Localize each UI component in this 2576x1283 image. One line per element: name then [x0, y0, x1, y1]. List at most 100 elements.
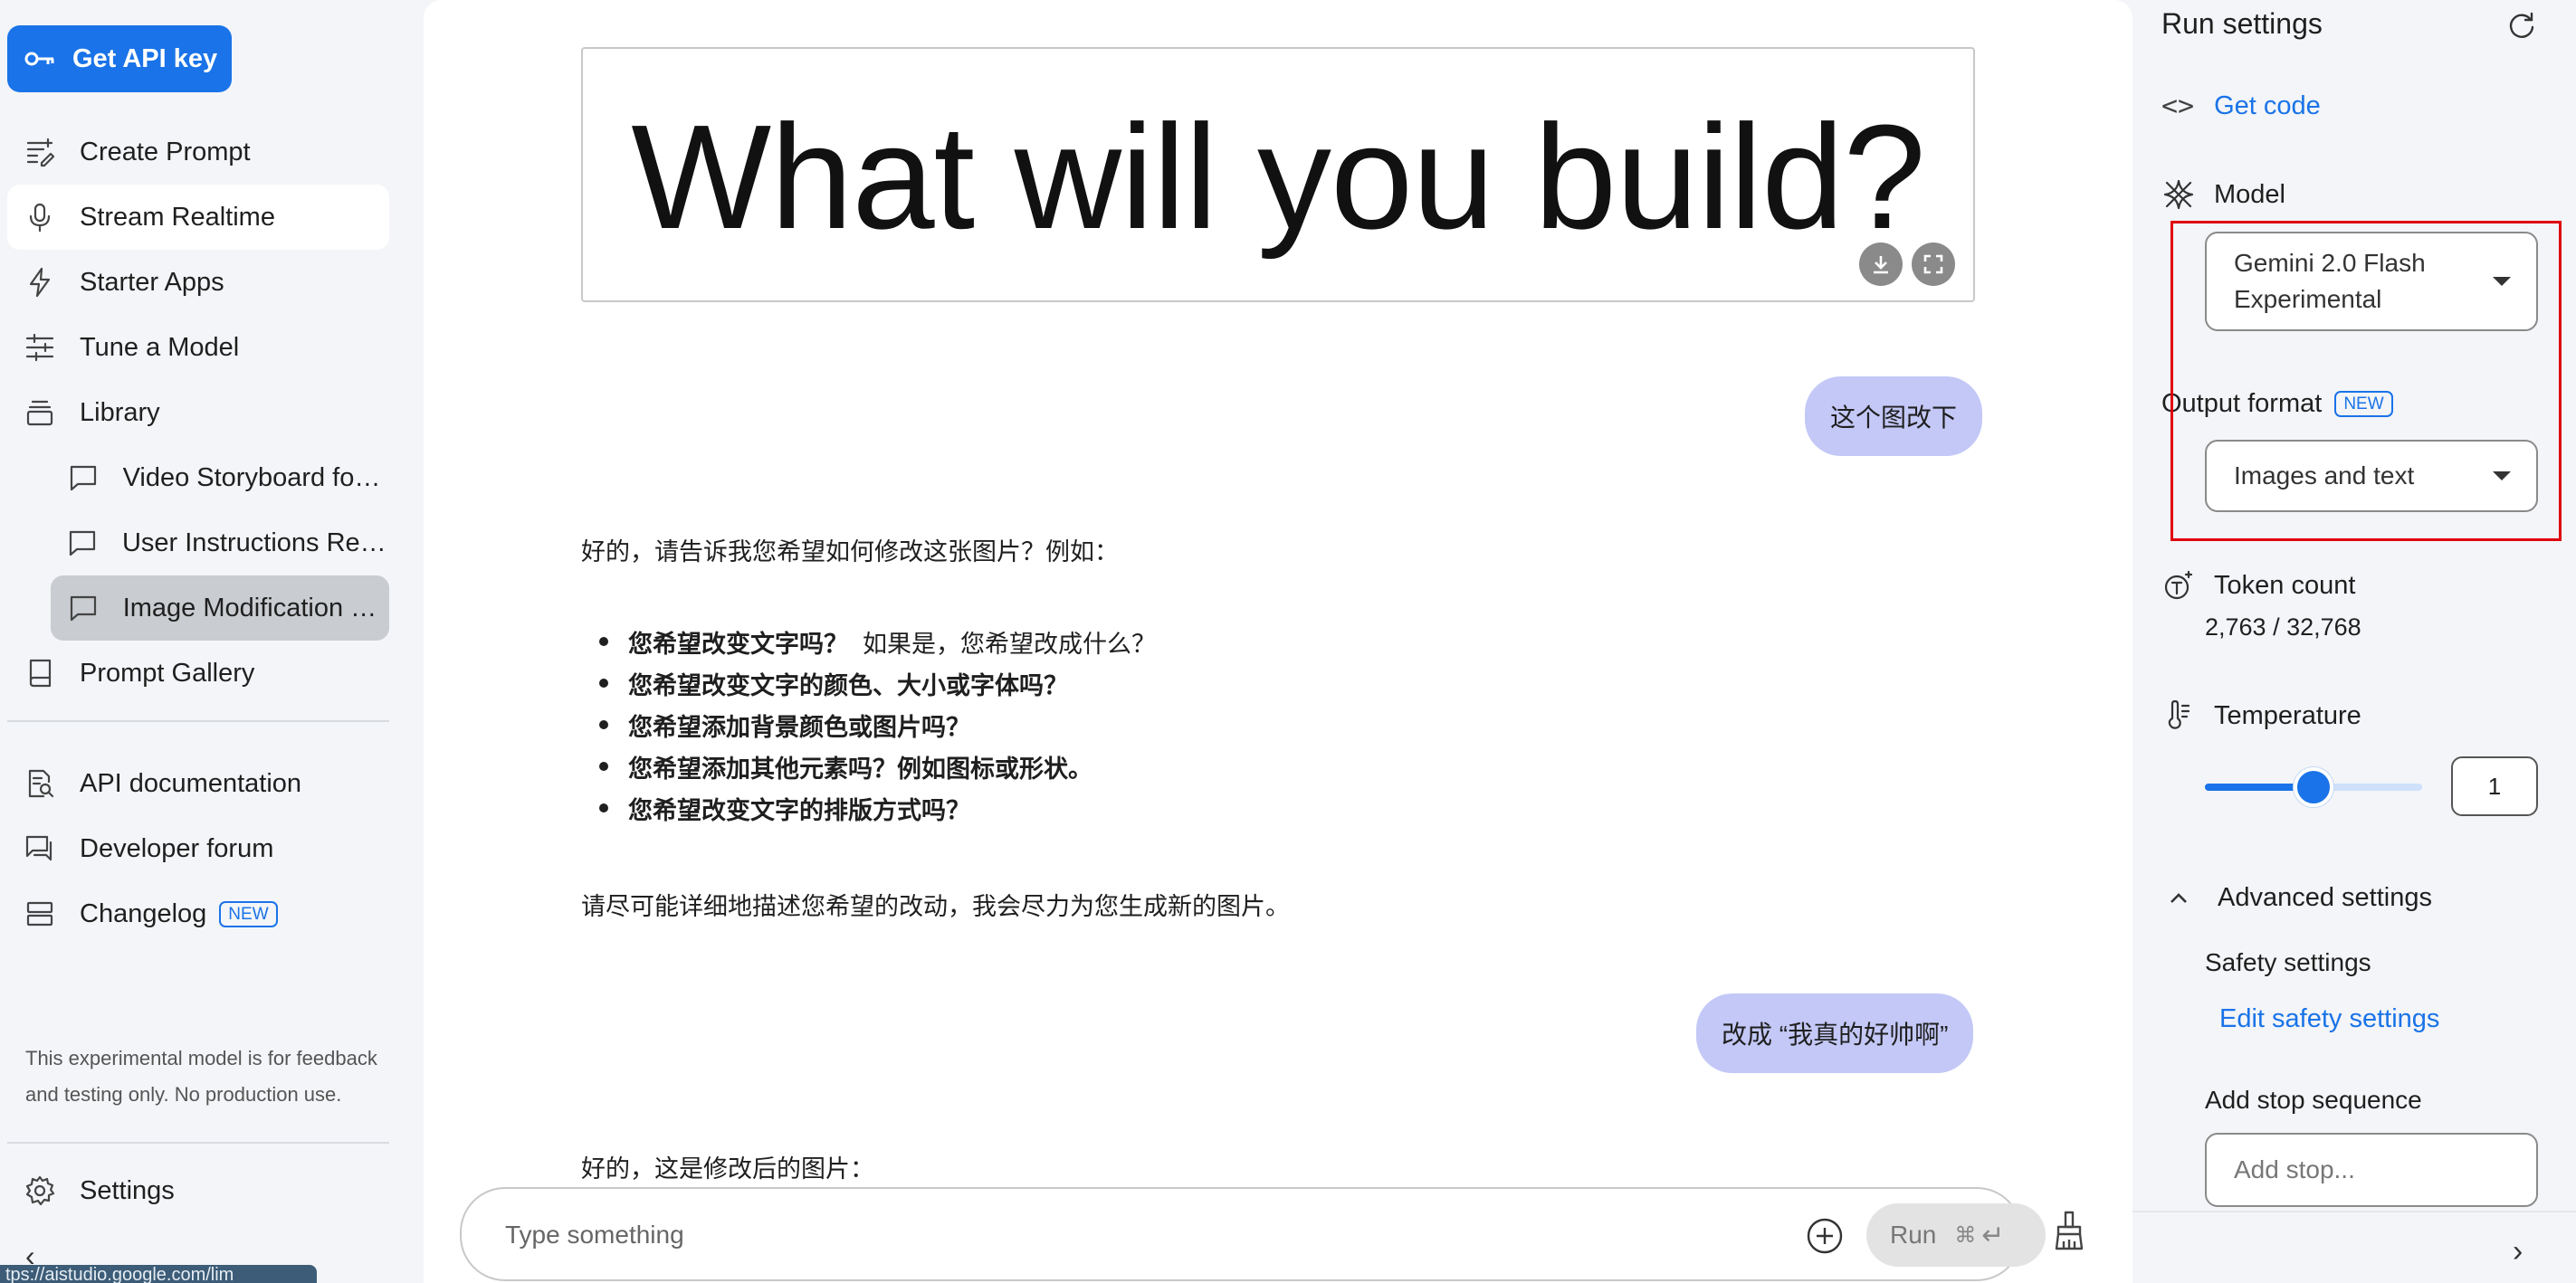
output-format-label: Output format	[2161, 389, 2323, 418]
output-format-select[interactable]: Images and text	[2205, 440, 2538, 512]
generated-image: What will you build?	[581, 47, 1975, 302]
dropdown-caret-icon	[2493, 471, 2511, 480]
temperature-input[interactable]	[2451, 756, 2538, 816]
gear-icon	[22, 1173, 58, 1209]
nav-stream-realtime[interactable]: Stream Realtime	[7, 185, 389, 250]
model-select[interactable]: Gemini 2.0 Flash Experimental	[2205, 232, 2538, 331]
temperature-slider-thumb[interactable]	[2294, 767, 2333, 807]
prompt-input-box: Run ⌘ ↵	[460, 1187, 2046, 1281]
get-api-key-button[interactable]: Get API key	[7, 25, 232, 92]
library-item-user-instructions[interactable]: User Instructions Rep...	[51, 510, 389, 575]
model-label: Model	[2214, 179, 2285, 209]
code-brackets-icon: <>	[2161, 90, 2195, 122]
model-message-intro: 好的，请告诉我您希望如何修改这张图片？例如：	[581, 538, 1119, 565]
temperature-slider[interactable]	[2205, 767, 2422, 807]
nav-starter-apps-label: Starter Apps	[80, 267, 224, 297]
thermometer-icon	[2161, 699, 2196, 733]
chat-panel: What will you build? 这个图改下 好的，请告诉我您希望如何修…	[424, 0, 2132, 1283]
nav-api-documentation-label: API documentation	[80, 768, 302, 798]
expand-panel-chevron-icon[interactable]: ›	[2513, 1234, 2523, 1269]
nav-api-documentation[interactable]: API documentation	[7, 751, 389, 816]
list-item: 您希望改变文字吗？ 如果是，您希望改成什么？	[581, 621, 1156, 662]
nav-create-prompt-label: Create Prompt	[80, 137, 251, 166]
broom-icon	[2055, 1211, 2084, 1250]
microphone-icon	[22, 199, 58, 235]
plus-circle-icon	[1807, 1218, 1843, 1254]
get-code-link[interactable]: <> Get code	[2161, 90, 2321, 122]
fullscreen-image-button[interactable]	[1912, 242, 1955, 286]
user-message: 这个图改下	[1805, 376, 1983, 456]
model-message-outro: 请尽可能详细地描述您希望的改动，我会尽力为您生成新的图片。	[581, 893, 1290, 920]
model-message: 好的，这是修改后的图片：	[581, 1155, 874, 1183]
output-format-header: Output format NEW	[2161, 389, 2393, 419]
token-count-label: Token count	[2214, 570, 2356, 600]
user-message: 改成 “我真的好帅啊”	[1696, 993, 1974, 1073]
new-badge: NEW	[2334, 391, 2393, 417]
chat-bubble-icon	[65, 525, 100, 561]
generated-image-text: What will you build?	[631, 94, 1925, 260]
list-item: 您希望添加其他元素吗？例如图标或形状。	[581, 746, 1156, 787]
enter-key-icon: ↵	[1981, 1220, 2005, 1250]
fullscreen-icon	[1923, 254, 1943, 274]
tune-sliders-icon	[22, 329, 58, 366]
list-item: 您希望添加背景颜色或图片吗？	[581, 704, 1156, 746]
library-item-image-modification[interactable]: Image Modification R...	[51, 575, 389, 641]
stop-sequence-label: Add stop sequence	[2205, 1086, 2422, 1114]
changelog-icon	[22, 896, 58, 932]
book-icon	[22, 655, 58, 691]
prompt-input[interactable]	[505, 1209, 1682, 1261]
nav-create-prompt[interactable]: Create Prompt	[7, 119, 389, 185]
nav-tune-model-label: Tune a Model	[80, 332, 240, 362]
nav-changelog[interactable]: Changelog NEW	[7, 881, 389, 946]
nav-library[interactable]: Library	[7, 380, 389, 445]
model-select-value: Gemini 2.0 Flash Experimental	[2234, 249, 2426, 313]
library-item-label: Image Modification R...	[122, 593, 389, 622]
nav-settings[interactable]: Settings	[7, 1158, 389, 1223]
status-url-bar: tps://aistudio.google.com/lim	[0, 1265, 317, 1283]
advanced-settings-toggle[interactable]: Advanced settings	[2165, 883, 2432, 913]
edit-safety-settings-link[interactable]: Edit safety settings	[2219, 1004, 2439, 1034]
sidebar-divider	[7, 1142, 389, 1144]
token-count-header: Token count	[2161, 568, 2355, 603]
refresh-icon	[2509, 12, 2534, 38]
nav-library-label: Library	[80, 397, 160, 427]
sidebar-divider	[7, 720, 389, 722]
library-item-video-storyboard[interactable]: Video Storyboard for ...	[51, 445, 389, 510]
create-prompt-icon	[22, 134, 58, 170]
nav-starter-apps[interactable]: Starter Apps	[7, 250, 389, 315]
temperature-header: Temperature	[2161, 699, 2361, 733]
list-item: 您希望改变文字的颜色、大小或字体吗？	[581, 662, 1156, 704]
stop-sequence-input[interactable]	[2205, 1133, 2538, 1207]
clear-chat-button[interactable]	[2047, 1209, 2091, 1252]
download-icon	[1874, 256, 1888, 274]
nav-changelog-label: Changelog	[80, 898, 207, 928]
experimental-disclaimer: This experimental model is for feedback …	[25, 1047, 377, 1106]
right-panel-footer	[2132, 1211, 2576, 1283]
reset-settings-button[interactable]	[2505, 9, 2538, 42]
chat-bubble-icon	[65, 590, 101, 626]
token-count-value: 2,763 / 32,768	[2205, 613, 2361, 641]
output-format-value: Images and text	[2234, 461, 2415, 489]
run-button[interactable]: Run ⌘ ↵	[1866, 1203, 2046, 1267]
download-image-button[interactable]	[1859, 242, 1903, 286]
forum-icon	[22, 831, 58, 867]
left-sidebar: Get API key Create Prompt Stream Realtim…	[0, 0, 424, 1283]
get-code-label: Get code	[2214, 91, 2321, 120]
chevron-up-icon	[2165, 885, 2192, 912]
temperature-label: Temperature	[2214, 700, 2361, 730]
add-media-button[interactable]	[1805, 1216, 1845, 1256]
nav-prompt-gallery[interactable]: Prompt Gallery	[7, 641, 389, 706]
token-icon	[2161, 568, 2196, 603]
run-settings-title: Run settings	[2161, 7, 2323, 40]
run-settings-panel: Run settings <> Get code Model Gemini 2.…	[2132, 0, 2576, 1283]
nav-prompt-gallery-label: Prompt Gallery	[80, 658, 255, 688]
safety-settings-label: Safety settings	[2205, 948, 2371, 976]
command-key-icon: ⌘	[1954, 1222, 1977, 1248]
document-search-icon	[22, 765, 58, 802]
model-message-list: 您希望改变文字吗？ 如果是，您希望改成什么？ 您希望改变文字的颜色、大小或字体吗？…	[581, 621, 1156, 829]
nav-developer-forum[interactable]: Developer forum	[7, 816, 389, 881]
library-item-label: Video Storyboard for ...	[122, 462, 389, 492]
nav-tune-model[interactable]: Tune a Model	[7, 315, 389, 380]
nav-stream-realtime-label: Stream Realtime	[80, 202, 275, 232]
model-section-header: Model	[2161, 177, 2285, 212]
